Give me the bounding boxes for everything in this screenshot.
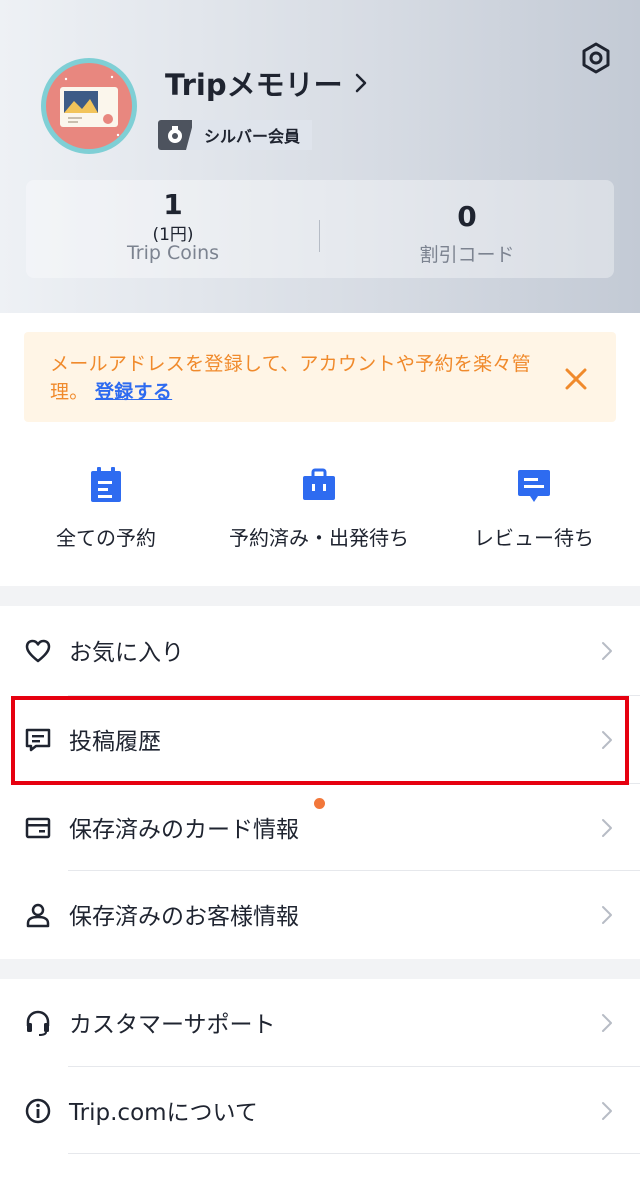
profile-header: Tripメモリー シルバー会員 1 (1円) Trip Coins 0 割引コー… <box>0 0 640 313</box>
chevron-right-icon <box>602 1014 612 1032</box>
settings-icon <box>582 42 610 74</box>
menu-divider <box>68 1153 640 1154</box>
menu-item-label: 保存済みのお客様情報 <box>69 904 299 930</box>
notification-dot <box>314 798 325 809</box>
notice-message: メールアドレスを登録して、アカウントや予約を楽々管理。 登録する <box>50 350 550 406</box>
chevron-right-icon <box>602 731 612 749</box>
menu-item-label: Trip.comについて <box>69 1100 258 1126</box>
postcard-avatar-icon <box>60 75 120 137</box>
close-icon <box>565 368 587 390</box>
person-icon <box>26 903 50 928</box>
pending-reviews-button[interactable]: レビュー待ち <box>462 466 606 556</box>
menu-item-favorites[interactable]: お気に入り <box>0 607 640 695</box>
menu-item-saved-cards[interactable]: 保存済みのカード情報 <box>0 784 640 872</box>
upcoming-trips-button[interactable]: 予約済み・出発待ち <box>216 466 422 556</box>
all-bookings-button[interactable]: 全ての予約 <box>34 466 178 556</box>
card-icon <box>25 817 51 839</box>
chevron-right-icon <box>602 906 612 924</box>
avatar[interactable] <box>41 58 137 154</box>
menu-item-saved-travelers[interactable]: 保存済みのお客様情報 <box>0 871 640 959</box>
badge-medal <box>158 120 192 150</box>
discount-value: 0 <box>457 200 477 233</box>
calendar-icon <box>91 467 121 502</box>
chevron-right-icon <box>602 642 612 660</box>
menu-item-label: お気に入り <box>69 640 184 666</box>
email-register-notice: メールアドレスを登録して、アカウントや予約を楽々管理。 登録する <box>24 332 616 422</box>
profile-name-link[interactable]: Tripメモリー <box>165 63 367 103</box>
stats-panel: 1 (1円) Trip Coins 0 割引コード <box>26 180 614 278</box>
notice-close-button[interactable] <box>555 358 597 400</box>
section-separator <box>0 586 640 606</box>
menu-item-label: 保存済みのカード情報 <box>69 817 299 843</box>
heart-icon <box>25 639 51 663</box>
headset-icon <box>26 1010 50 1036</box>
chevron-right-icon <box>602 819 612 837</box>
section-separator <box>0 959 640 979</box>
settings-button[interactable] <box>574 36 618 80</box>
chevron-right-icon <box>602 1102 612 1120</box>
suitcase-icon <box>303 468 335 500</box>
review-icon <box>518 470 550 502</box>
menu-item-about[interactable]: Trip.comについて <box>0 1067 640 1155</box>
coins-value: 1 <box>163 188 183 221</box>
trip-coins-stat[interactable]: 1 (1円) Trip Coins <box>26 180 320 278</box>
membership-tier: シルバー会員 <box>186 120 313 150</box>
info-icon <box>25 1098 51 1124</box>
coins-label: Trip Coins <box>126 242 220 264</box>
menu-item-customer-support[interactable]: カスタマーサポート <box>0 979 640 1067</box>
quick-action-label: レビュー待ち <box>474 526 594 550</box>
quick-action-label: 全ての予約 <box>56 526 156 550</box>
discount-label: 割引コード <box>419 244 515 266</box>
discount-code-stat[interactable]: 0 割引コード <box>320 180 614 278</box>
quick-action-label: 予約済み・出発待ち <box>229 526 409 550</box>
menu-item-label: 投稿履歴 <box>69 729 161 755</box>
medal-icon <box>168 126 182 143</box>
register-link[interactable]: 登録する <box>95 381 172 403</box>
membership-badge[interactable]: シルバー会員 <box>158 120 313 150</box>
chevron-right-icon <box>355 73 366 93</box>
menu-item-post-history[interactable]: 投稿履歴 <box>0 696 640 784</box>
menu-item-label: カスタマーサポート <box>69 1012 276 1038</box>
profile-name: Tripメモリー <box>165 68 343 102</box>
comment-icon <box>25 728 51 752</box>
